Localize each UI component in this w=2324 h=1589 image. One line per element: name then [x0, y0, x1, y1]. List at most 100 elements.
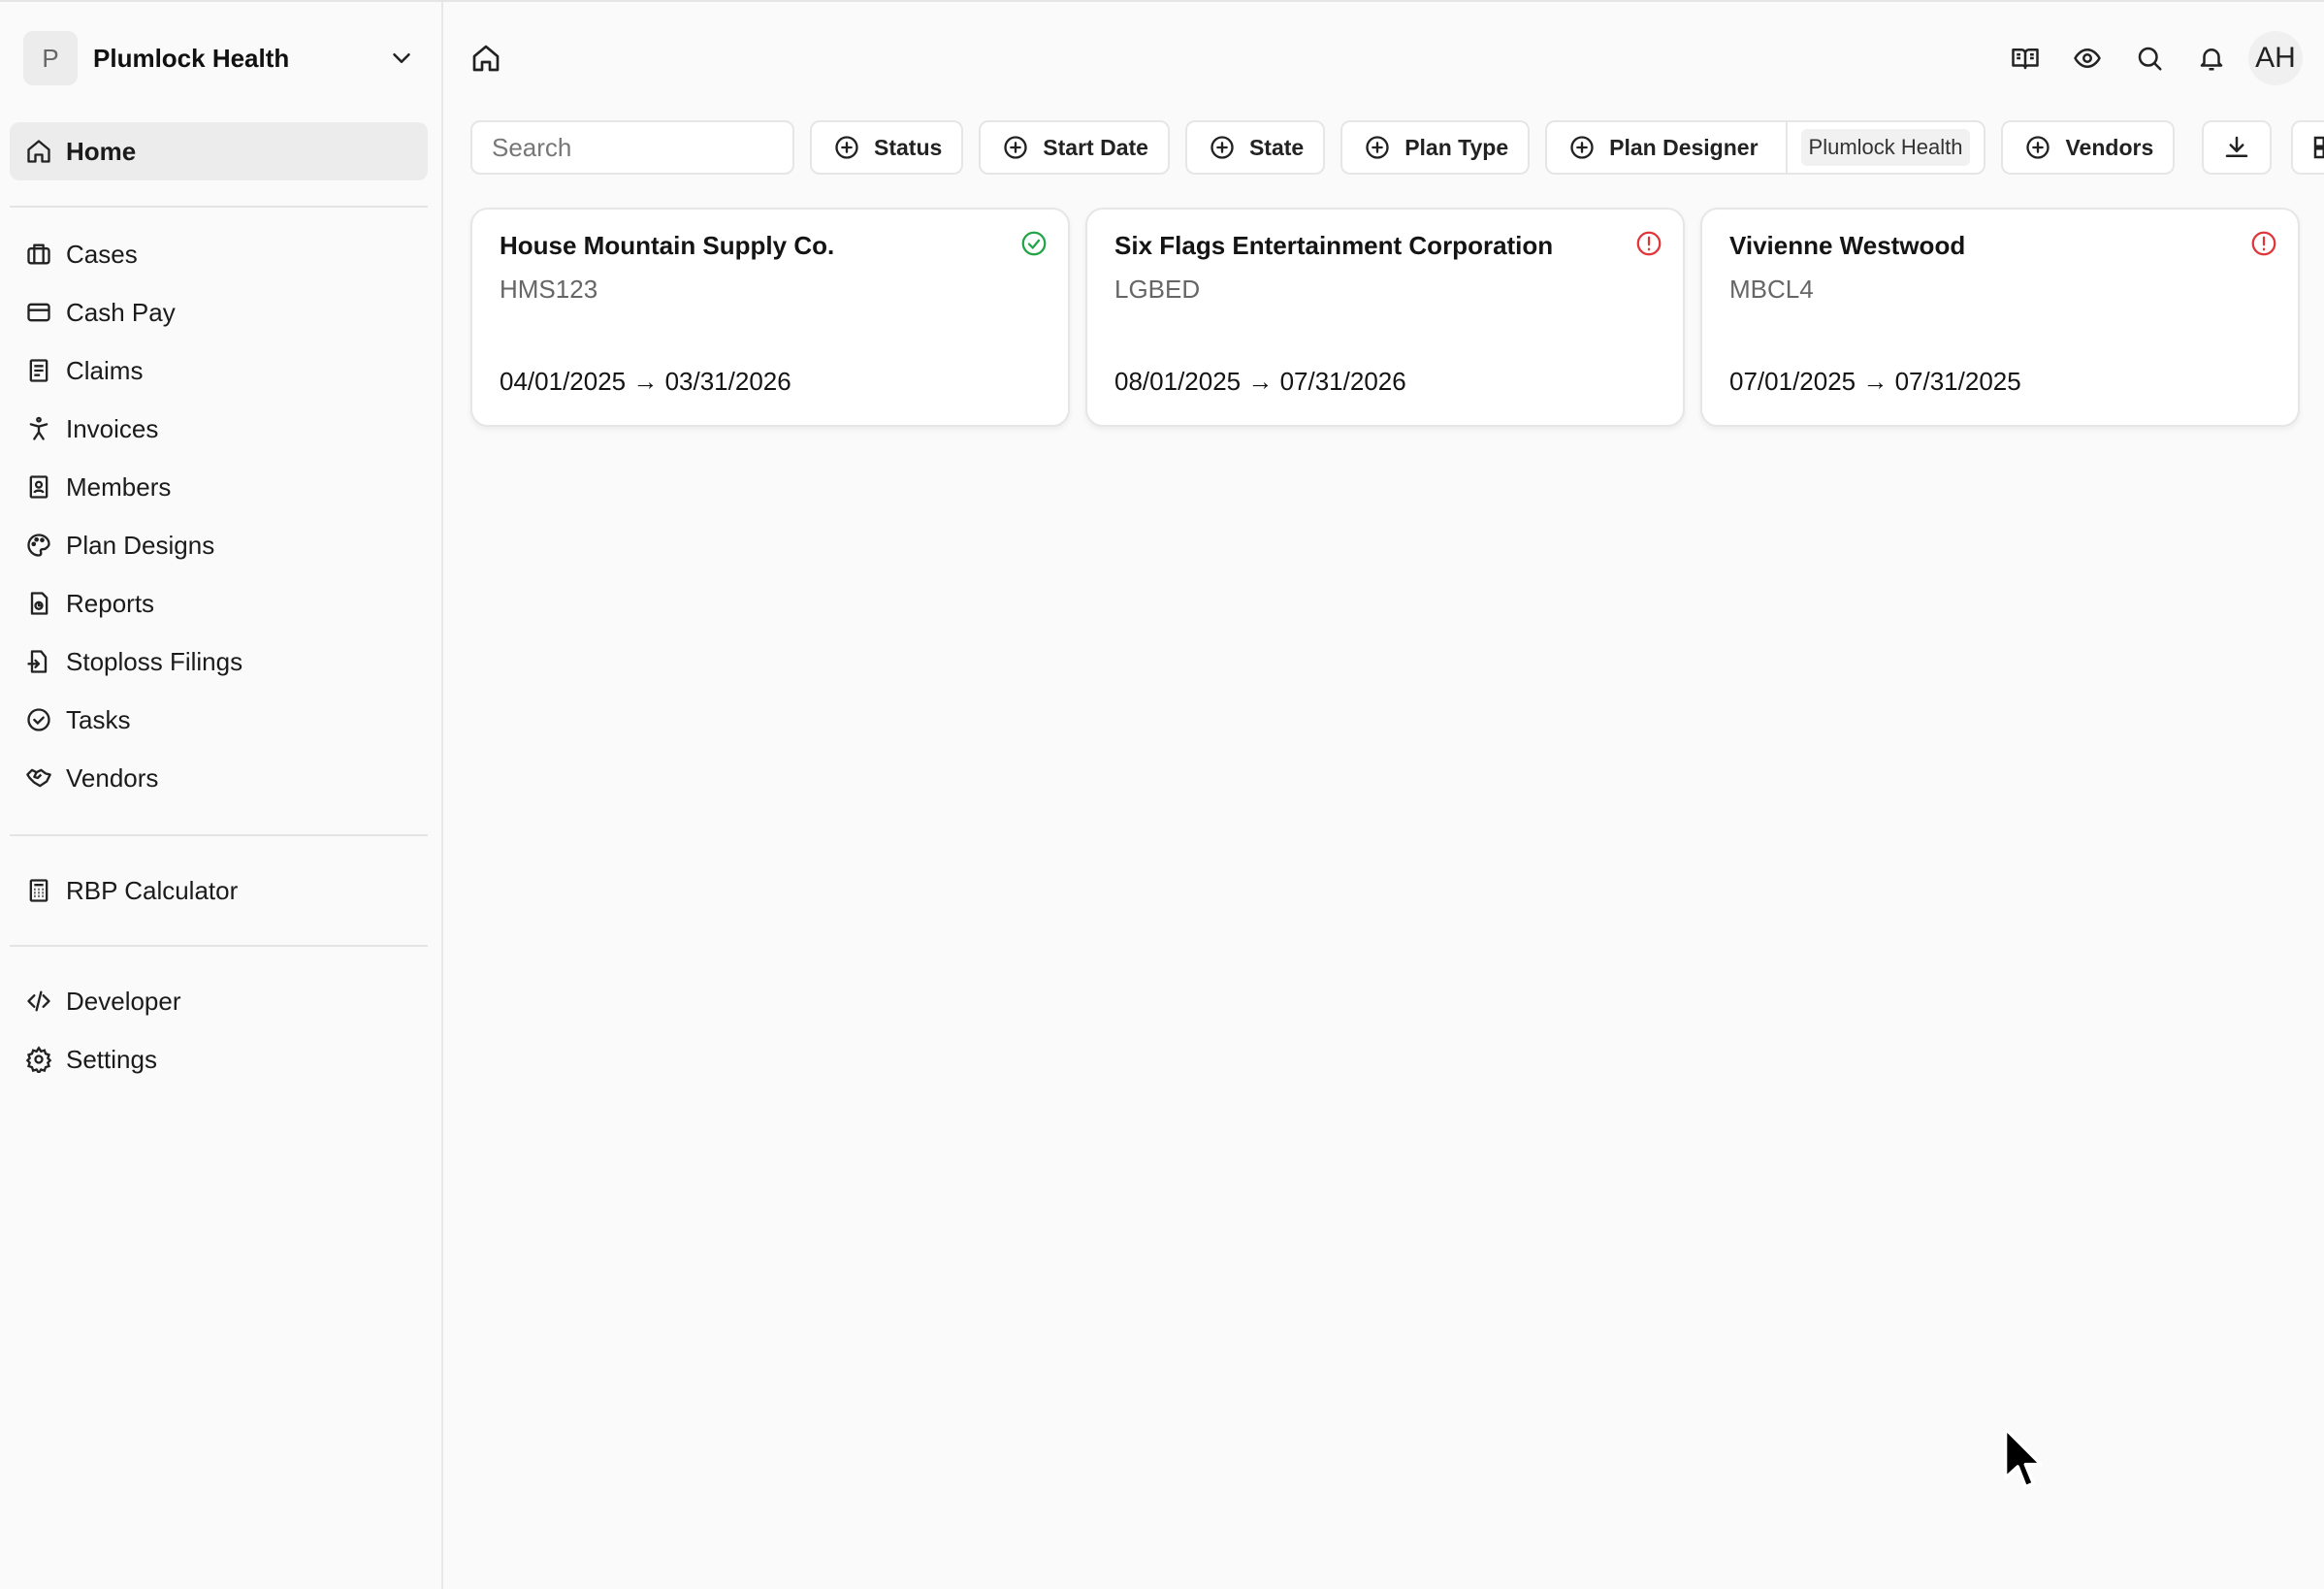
- card-title: House Mountain Supply Co.: [500, 231, 835, 260]
- org-switcher[interactable]: P Plumlock Health: [10, 25, 428, 91]
- briefcase-icon: [25, 241, 52, 268]
- topbar: AH: [443, 2, 2324, 113]
- sidebar-item-plan-designs[interactable]: Plan Designs: [10, 516, 428, 574]
- plus-circle-icon: [1004, 136, 1027, 159]
- user-avatar[interactable]: AH: [2248, 31, 2303, 85]
- home-icon: [25, 138, 52, 165]
- card-code: HMS123: [500, 275, 598, 304]
- contact-icon: [25, 473, 52, 501]
- sidebar-item-reports[interactable]: Reports: [10, 574, 428, 632]
- org-avatar: P: [23, 31, 78, 85]
- download-button[interactable]: [2202, 120, 2273, 175]
- card-title: Six Flags Entertainment Corporation: [1114, 231, 1554, 260]
- alert-circle-icon: [2249, 229, 2278, 258]
- sidebar-item-invoices[interactable]: Invoices: [10, 400, 428, 458]
- notifications-button[interactable]: [2180, 31, 2243, 85]
- sidebar-item-home[interactable]: Home: [10, 122, 428, 180]
- sidebar-item-vendors[interactable]: Vendors: [10, 749, 428, 807]
- receipt-icon: [25, 357, 52, 384]
- sidebar-item-label: Reports: [66, 588, 155, 618]
- palette-icon: [25, 532, 52, 559]
- sidebar-item-rbp-calculator[interactable]: RBP Calculator: [10, 861, 428, 920]
- filter-label: Plan Type: [1404, 134, 1509, 160]
- filter-label: State: [1248, 134, 1305, 160]
- card-date-range: 04/01/2025 → 03/31/2026: [500, 367, 791, 396]
- chevron-down-icon: [393, 53, 410, 63]
- plan-card[interactable]: Six Flags Entertainment Corporation LGBE…: [1085, 208, 1685, 427]
- plan-card-list: House Mountain Supply Co. HMS123 04/01/2…: [470, 208, 2300, 427]
- sidebar-item-settings[interactable]: Settings: [10, 1030, 428, 1088]
- sidebar-item-stoploss-filings[interactable]: Stoploss Filings: [10, 632, 428, 691]
- sidebar: P Plumlock Health Home Cases Cash Pay Cl…: [0, 2, 443, 1589]
- sidebar-item-label: Members: [66, 471, 172, 502]
- plan-type-filter[interactable]: Plan Type: [1340, 120, 1531, 175]
- topbar-actions: AH: [1994, 31, 2303, 85]
- layout-toggle-button[interactable]: [2291, 120, 2324, 175]
- plus-circle-icon: [2026, 136, 2050, 159]
- sidebar-item-claims[interactable]: Claims: [10, 341, 428, 400]
- sidebar-item-label: Claims: [66, 355, 144, 385]
- book-open-icon: [2012, 49, 2039, 70]
- plus-circle-icon: [835, 136, 858, 159]
- sidebar-item-label: Vendors: [66, 762, 159, 793]
- plan-card[interactable]: House Mountain Supply Co. HMS123 04/01/2…: [470, 208, 1070, 427]
- search-icon: [2138, 47, 2162, 71]
- divider: [1785, 121, 1788, 174]
- check-circle-icon: [1019, 229, 1049, 258]
- main-content: AH Status Start Date State Plan Type: [443, 2, 2324, 1589]
- search-button[interactable]: [2118, 31, 2180, 85]
- preview-button[interactable]: [2056, 31, 2118, 85]
- person-icon: [25, 415, 52, 442]
- sidebar-item-label: Stoploss Filings: [66, 646, 243, 676]
- start-date-filter[interactable]: Start Date: [979, 120, 1170, 175]
- gear-icon: [25, 1046, 52, 1076]
- credit-card-icon: [25, 299, 52, 326]
- filter-label: Vendors: [2065, 134, 2154, 160]
- bell-icon: [2200, 49, 2223, 71]
- plan-card[interactable]: Vivienne Westwood MBCL4 07/01/2025 → 07/…: [1700, 208, 2300, 427]
- plus-circle-icon: [1570, 136, 1594, 159]
- alert-circle-icon: [1634, 229, 1663, 258]
- handshake-icon: [25, 764, 52, 792]
- card-code: LGBED: [1114, 275, 1201, 304]
- sidebar-item-label: Tasks: [66, 704, 131, 734]
- status-filter[interactable]: Status: [810, 120, 964, 175]
- filter-label: Start Date: [1043, 134, 1148, 160]
- card-title: Vivienne Westwood: [1729, 231, 1966, 260]
- file-chart-icon: [25, 590, 52, 617]
- sidebar-item-label: Cases: [66, 239, 138, 269]
- plus-circle-icon: [1210, 136, 1234, 159]
- home-icon[interactable]: [470, 43, 501, 74]
- sidebar-item-developer[interactable]: Developer: [10, 972, 428, 1030]
- card-code: MBCL4: [1729, 275, 1814, 304]
- sidebar-item-label: RBP Calculator: [66, 875, 239, 905]
- vendors-filter[interactable]: Vendors: [2001, 120, 2176, 175]
- sidebar-item-cases[interactable]: Cases: [10, 225, 428, 283]
- search-input[interactable]: [470, 120, 794, 175]
- sidebar-item-tasks[interactable]: Tasks: [10, 691, 428, 749]
- card-date-range: 07/01/2025 → 07/31/2025: [1729, 367, 2021, 396]
- mouse-cursor-icon: [2003, 1427, 2044, 1489]
- card-date-range: 08/01/2025 → 07/31/2026: [1114, 367, 1406, 396]
- sidebar-item-label: Developer: [66, 986, 181, 1016]
- state-filter[interactable]: State: [1184, 120, 1326, 175]
- filter-value-tag: Plumlock Health: [1800, 129, 1971, 166]
- check-circle-icon: [25, 706, 52, 733]
- sidebar-item-label: Settings: [66, 1044, 157, 1074]
- plan-designer-filter[interactable]: Plan Designer Plumlock Health: [1545, 120, 1986, 175]
- org-name: Plumlock Health: [93, 43, 290, 73]
- filter-bar: Status Start Date State Plan Type Plan D…: [470, 120, 2324, 175]
- sidebar-item-label: Invoices: [66, 413, 159, 443]
- layout-grid-icon: [2314, 136, 2324, 159]
- sidebar-item-label: Plan Designs: [66, 530, 215, 560]
- code-icon: [25, 988, 52, 1015]
- sidebar-item-cash-pay[interactable]: Cash Pay: [10, 283, 428, 341]
- sidebar-item-members[interactable]: Members: [10, 458, 428, 516]
- download-icon: [2226, 136, 2248, 157]
- docs-button[interactable]: [1994, 31, 2056, 85]
- plus-circle-icon: [1366, 136, 1389, 159]
- sidebar-item-label: Home: [66, 136, 137, 166]
- file-export-icon: [25, 648, 52, 675]
- filter-label: Status: [874, 134, 943, 160]
- filter-label: Plan Designer: [1609, 134, 1759, 160]
